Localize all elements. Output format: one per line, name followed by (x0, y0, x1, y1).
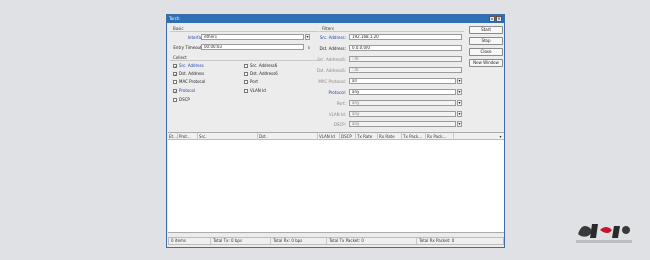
column-header-tx-rate[interactable]: Tx Rate (356, 133, 378, 140)
filter-protocol-label: Protocol: (328, 90, 346, 95)
filter-protocol-field[interactable]: any (349, 89, 456, 95)
dscp-dropdown-icon[interactable]: ▾ (457, 121, 462, 127)
interface-field[interactable]: ether1 (201, 34, 304, 40)
filter-dscp-field[interactable]: any (349, 121, 456, 127)
filter-src-address6-field[interactable]: ::/0 (349, 56, 462, 62)
traffic-table[interactable]: Et... Prot... Src. Dst. VLAN Id DSCP Tx … (168, 132, 504, 233)
column-header-tx-packet[interactable]: Tx Pack... (402, 133, 426, 140)
filter-vlan-id-label: VLAN Id: (328, 112, 346, 117)
collect-mac-protocol-checkbox[interactable]: MAC Protocol (173, 79, 205, 84)
collect-vlan-id-checkbox[interactable]: VLAN Id (244, 88, 266, 93)
column-header-eth[interactable]: Et... (168, 133, 178, 140)
protocol-dropdown-icon[interactable]: ▾ (457, 89, 462, 95)
filter-mac-protocol-field[interactable]: all (349, 78, 456, 84)
collect-divider (170, 60, 318, 61)
filter-mac-protocol-label: MAC Protocol: (318, 79, 346, 84)
column-header-rx-rate[interactable]: Rx Rate (378, 133, 402, 140)
interface-dropdown-icon[interactable]: ▾ (305, 34, 310, 40)
checkbox-empty-icon (173, 97, 177, 102)
window-title: Torch (169, 16, 180, 21)
column-menu-dropdown-icon[interactable]: ▾ (496, 133, 504, 140)
status-items-count: 0 items (169, 238, 211, 244)
checkbox-checked-icon: ✓ (173, 71, 178, 77)
collect-dscp-checkbox[interactable]: DSCP (173, 97, 190, 102)
filter-src-address-label: Src. Address: (319, 35, 346, 40)
close-icon[interactable]: × (496, 16, 502, 22)
filter-vlan-id-field[interactable]: any (349, 111, 456, 117)
table-header: Et... Prot... Src. Dst. VLAN Id DSCP Tx … (168, 133, 504, 140)
status-total-rx: Total Rx: 0 bps (271, 238, 327, 244)
filter-src-address-field[interactable]: 192.168.1.20 (349, 34, 462, 40)
filter-dst-address6-field[interactable]: ::/0 (349, 67, 462, 73)
filter-dst-address-field[interactable]: 0.0.0.0/0 (349, 45, 462, 51)
status-total-tx-packet: Total Tx Packet: 0 (327, 238, 417, 244)
filter-dscp-label: DSCP: (333, 122, 346, 127)
entry-timeout-unit: s (307, 45, 310, 50)
status-total-tx: Total Tx: 0 bps (211, 238, 271, 244)
collect-protocol-checkbox[interactable]: ✓ Protocol (173, 88, 195, 93)
filters-divider (319, 31, 464, 32)
collect-src-address-checkbox[interactable]: ✓ Src. Address (173, 63, 204, 68)
vlan-id-dropdown-icon[interactable]: ▾ (457, 111, 462, 117)
checkbox-empty-icon (244, 71, 248, 76)
collect-dst-address-checkbox[interactable]: ✓ Dst. Address (173, 71, 204, 76)
column-header-dst[interactable]: Dst. (258, 133, 318, 140)
filter-dst-address-label: Dst. Address: (319, 46, 346, 51)
status-total-rx-packet: Total Rx Packet: 0 (419, 238, 455, 243)
filter-port-label: Port: (336, 101, 346, 106)
checkbox-empty-icon (173, 79, 177, 84)
checkbox-empty-icon (244, 79, 248, 84)
collect-dst-address6-checkbox[interactable]: Dst. Address6 (244, 71, 278, 76)
entry-timeout-field[interactable]: 00:00:03 (201, 44, 304, 50)
stop-button[interactable]: Stop (469, 37, 503, 45)
status-bar: 0 items Total Tx: 0 bps Total Rx: 0 bps … (168, 237, 504, 245)
column-header-vlan-id[interactable]: VLAN Id (318, 133, 340, 140)
new-window-button[interactable]: New Window (469, 59, 503, 67)
collect-port-checkbox[interactable]: Port (244, 79, 258, 84)
checkbox-empty-icon (244, 63, 248, 68)
restore-icon[interactable]: ▫ (489, 16, 495, 22)
port-dropdown-icon[interactable]: ▾ (457, 100, 462, 106)
close-button[interactable]: Close (469, 48, 503, 56)
checkbox-empty-icon (244, 88, 248, 93)
filter-src-address6-label: Src. Address6: (317, 57, 346, 62)
entry-timeout-label: Entry Timeout: (173, 45, 203, 50)
column-header-src[interactable]: Src. (198, 133, 258, 140)
column-header-rx-packet[interactable]: Rx Pack... (426, 133, 454, 140)
mac-protocol-dropdown-icon[interactable]: ▾ (457, 78, 462, 84)
checkbox-checked-icon: ✓ (173, 88, 178, 94)
checkbox-checked-icon: ✓ (173, 63, 178, 69)
column-header-dscp[interactable]: DSCP (340, 133, 356, 140)
basic-divider (170, 31, 318, 32)
column-header-protocol[interactable]: Prot... (178, 133, 198, 140)
filter-dst-address6-label: Dst. Address6: (316, 68, 346, 73)
collect-src-address6-checkbox[interactable]: Src. Address6 (244, 63, 277, 68)
title-bar[interactable]: Torch ▫ × (167, 15, 504, 23)
watermark-logo (576, 224, 632, 243)
start-button[interactable]: Start (469, 26, 503, 34)
filter-port-field[interactable]: any (349, 100, 456, 106)
torch-window: Torch ▫ × Basic Interface: ether1 ▾ Entr… (166, 14, 505, 248)
